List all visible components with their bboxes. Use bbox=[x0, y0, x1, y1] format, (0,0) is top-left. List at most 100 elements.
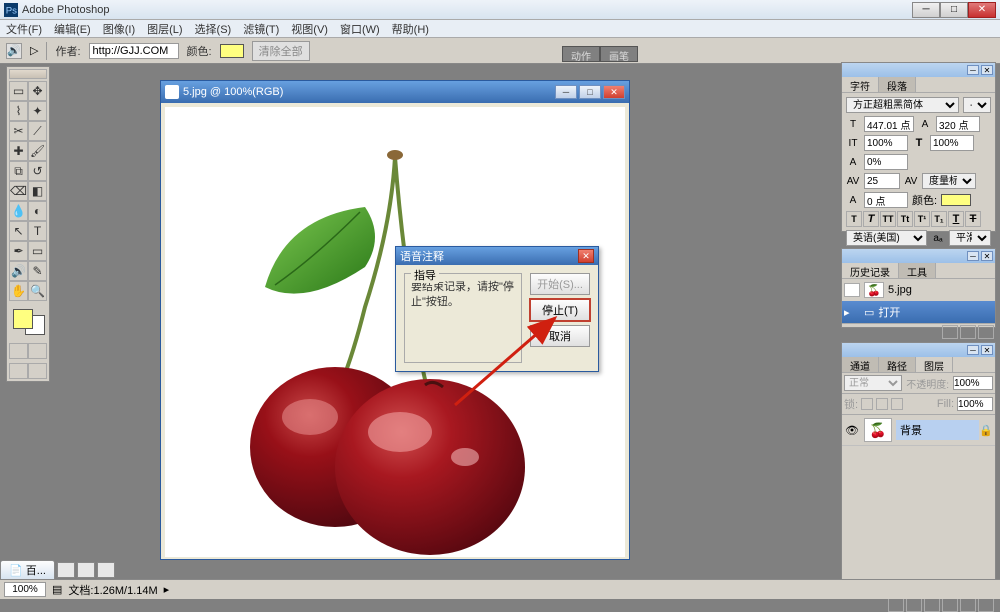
heal-tool[interactable]: ✚ bbox=[9, 141, 28, 161]
lock-pixels-icon[interactable] bbox=[861, 398, 873, 410]
lasso-tool[interactable]: ⌇ bbox=[9, 101, 28, 121]
author-input[interactable] bbox=[89, 43, 179, 59]
dodge-tool[interactable]: ◐ bbox=[28, 201, 47, 221]
screen-mode-2-icon[interactable] bbox=[28, 363, 47, 379]
tab-paths[interactable]: 路径 bbox=[879, 357, 916, 372]
standard-mode-icon[interactable] bbox=[9, 343, 28, 359]
menu-view[interactable]: 视图(V) bbox=[291, 21, 328, 37]
leading-input[interactable] bbox=[936, 116, 980, 132]
path-tool[interactable]: ↖ bbox=[9, 221, 28, 241]
hscale-input[interactable] bbox=[930, 135, 974, 151]
doc-info-icon[interactable]: ▤ bbox=[52, 583, 62, 596]
slice-tool[interactable]: ⟋ bbox=[28, 121, 47, 141]
adjustment-layer-icon[interactable] bbox=[942, 598, 958, 612]
hand-tool[interactable]: ✋ bbox=[9, 281, 28, 301]
history-brush-tool[interactable]: ↺ bbox=[28, 161, 47, 181]
tab-actions[interactable]: 动作 bbox=[562, 46, 600, 62]
doc-minimize-button[interactable]: ─ bbox=[555, 85, 577, 99]
metrics-select[interactable]: 度量标准 bbox=[922, 173, 976, 189]
history-state[interactable]: ▸ ▭ 打开 bbox=[842, 301, 995, 323]
blend-mode-select[interactable]: 正常 bbox=[844, 375, 902, 391]
new-group-icon[interactable] bbox=[924, 598, 940, 612]
tab-history[interactable]: 历史记录 bbox=[842, 263, 899, 278]
faux-bold-button[interactable]: T bbox=[846, 211, 862, 227]
fill-input[interactable] bbox=[957, 397, 993, 411]
panel-close-icon[interactable]: ✕ bbox=[981, 251, 993, 261]
underline-button[interactable]: T bbox=[948, 211, 964, 227]
char-color-swatch[interactable] bbox=[941, 194, 971, 206]
doc-tab[interactable]: 📄 百... bbox=[0, 560, 55, 580]
history-snapshot[interactable]: 🍒 5.jpg bbox=[842, 279, 995, 301]
zoom-input[interactable] bbox=[4, 582, 46, 597]
superscript-button[interactable]: T¹ bbox=[914, 211, 930, 227]
screen-mode-1-icon[interactable] bbox=[9, 363, 28, 379]
shape-tool[interactable]: ▭ bbox=[28, 241, 47, 261]
document-titlebar[interactable]: 5.jpg @ 100%(RGB) ─ □ ✕ bbox=[161, 81, 629, 103]
tracking-input[interactable] bbox=[864, 154, 908, 170]
tab-nav-icon[interactable] bbox=[57, 562, 75, 578]
language-select[interactable]: 英语(美国) bbox=[846, 230, 927, 246]
panel-minimize-icon[interactable]: ─ bbox=[967, 251, 979, 261]
notes-tool[interactable]: 🔊 bbox=[9, 261, 28, 281]
tab-paragraph[interactable]: 段落 bbox=[879, 77, 916, 92]
font-family-select[interactable]: 方正超粗黑简体 bbox=[846, 97, 959, 113]
snapshot-toggle-icon[interactable] bbox=[844, 283, 860, 297]
tab-layers[interactable]: 图层 bbox=[916, 357, 953, 372]
marquee-tool[interactable]: ▭ bbox=[9, 81, 28, 101]
lock-position-icon[interactable] bbox=[876, 398, 888, 410]
tab-nav-icon[interactable] bbox=[97, 562, 115, 578]
panel-minimize-icon[interactable]: ─ bbox=[967, 345, 979, 355]
history-brush-icon[interactable]: ▸ bbox=[844, 306, 860, 319]
quickmask-mode-icon[interactable] bbox=[28, 343, 47, 359]
font-style-select[interactable]: - bbox=[963, 97, 991, 113]
menu-filter[interactable]: 滤镜(T) bbox=[243, 21, 279, 37]
menu-help[interactable]: 帮助(H) bbox=[392, 21, 429, 37]
baseline-input[interactable] bbox=[864, 192, 908, 208]
dialog-close-button[interactable]: ✕ bbox=[578, 249, 594, 263]
wand-tool[interactable]: ✦ bbox=[28, 101, 47, 121]
menu-window[interactable]: 窗口(W) bbox=[340, 21, 380, 37]
eraser-tool[interactable]: ⌫ bbox=[9, 181, 28, 201]
antialias-select[interactable]: 平滑 bbox=[949, 230, 991, 246]
subscript-button[interactable]: T₁ bbox=[931, 211, 947, 227]
new-doc-from-state-icon[interactable] bbox=[942, 325, 958, 339]
menu-image[interactable]: 图像(I) bbox=[103, 21, 135, 37]
layer-name[interactable]: 背景 bbox=[896, 420, 979, 440]
toolbox-grip[interactable] bbox=[9, 69, 47, 79]
play-icon[interactable]: ▷ bbox=[30, 44, 38, 57]
layer-row[interactable]: 👁 🍒 背景 🔒 bbox=[842, 415, 995, 446]
cancel-button[interactable]: 取消 bbox=[530, 325, 590, 347]
layer-thumbnail[interactable]: 🍒 bbox=[864, 418, 892, 442]
stop-button[interactable]: 停止(T) bbox=[530, 299, 590, 321]
doc-info-menu-icon[interactable]: ▸ bbox=[164, 583, 170, 596]
menu-file[interactable]: 文件(F) bbox=[6, 21, 42, 37]
strike-button[interactable]: T bbox=[965, 211, 981, 227]
doc-maximize-button[interactable]: □ bbox=[579, 85, 601, 99]
trash-icon[interactable] bbox=[978, 325, 994, 339]
tab-nav-icon[interactable] bbox=[77, 562, 95, 578]
panel-minimize-icon[interactable]: ─ bbox=[967, 65, 979, 75]
clear-all-button[interactable]: 清除全部 bbox=[252, 41, 310, 61]
color-swatch[interactable] bbox=[220, 44, 244, 58]
doc-close-button[interactable]: ✕ bbox=[603, 85, 625, 99]
gradient-tool[interactable]: ◧ bbox=[28, 181, 47, 201]
panel-close-icon[interactable]: ✕ bbox=[981, 345, 993, 355]
speaker-icon[interactable]: 🔊 bbox=[6, 43, 22, 59]
pen-tool[interactable]: ✒ bbox=[9, 241, 28, 261]
move-tool[interactable]: ✥ bbox=[28, 81, 47, 101]
close-button[interactable]: ✕ bbox=[968, 2, 996, 18]
type-tool[interactable]: T bbox=[28, 221, 47, 241]
faux-italic-button[interactable]: T bbox=[863, 211, 879, 227]
lock-all-icon[interactable] bbox=[891, 398, 903, 410]
menu-edit[interactable]: 编辑(E) bbox=[54, 21, 91, 37]
kerning-input[interactable] bbox=[864, 173, 900, 189]
visibility-icon[interactable]: 👁 bbox=[844, 424, 860, 437]
eyedropper-tool[interactable]: ✎ bbox=[28, 261, 47, 281]
foreground-color[interactable] bbox=[13, 309, 33, 329]
zoom-tool[interactable]: 🔍 bbox=[28, 281, 47, 301]
maximize-button[interactable]: □ bbox=[940, 2, 968, 18]
stamp-tool[interactable]: ⧉ bbox=[9, 161, 28, 181]
tab-channels[interactable]: 通道 bbox=[842, 357, 879, 372]
blur-tool[interactable]: 💧 bbox=[9, 201, 28, 221]
new-snapshot-icon[interactable] bbox=[960, 325, 976, 339]
